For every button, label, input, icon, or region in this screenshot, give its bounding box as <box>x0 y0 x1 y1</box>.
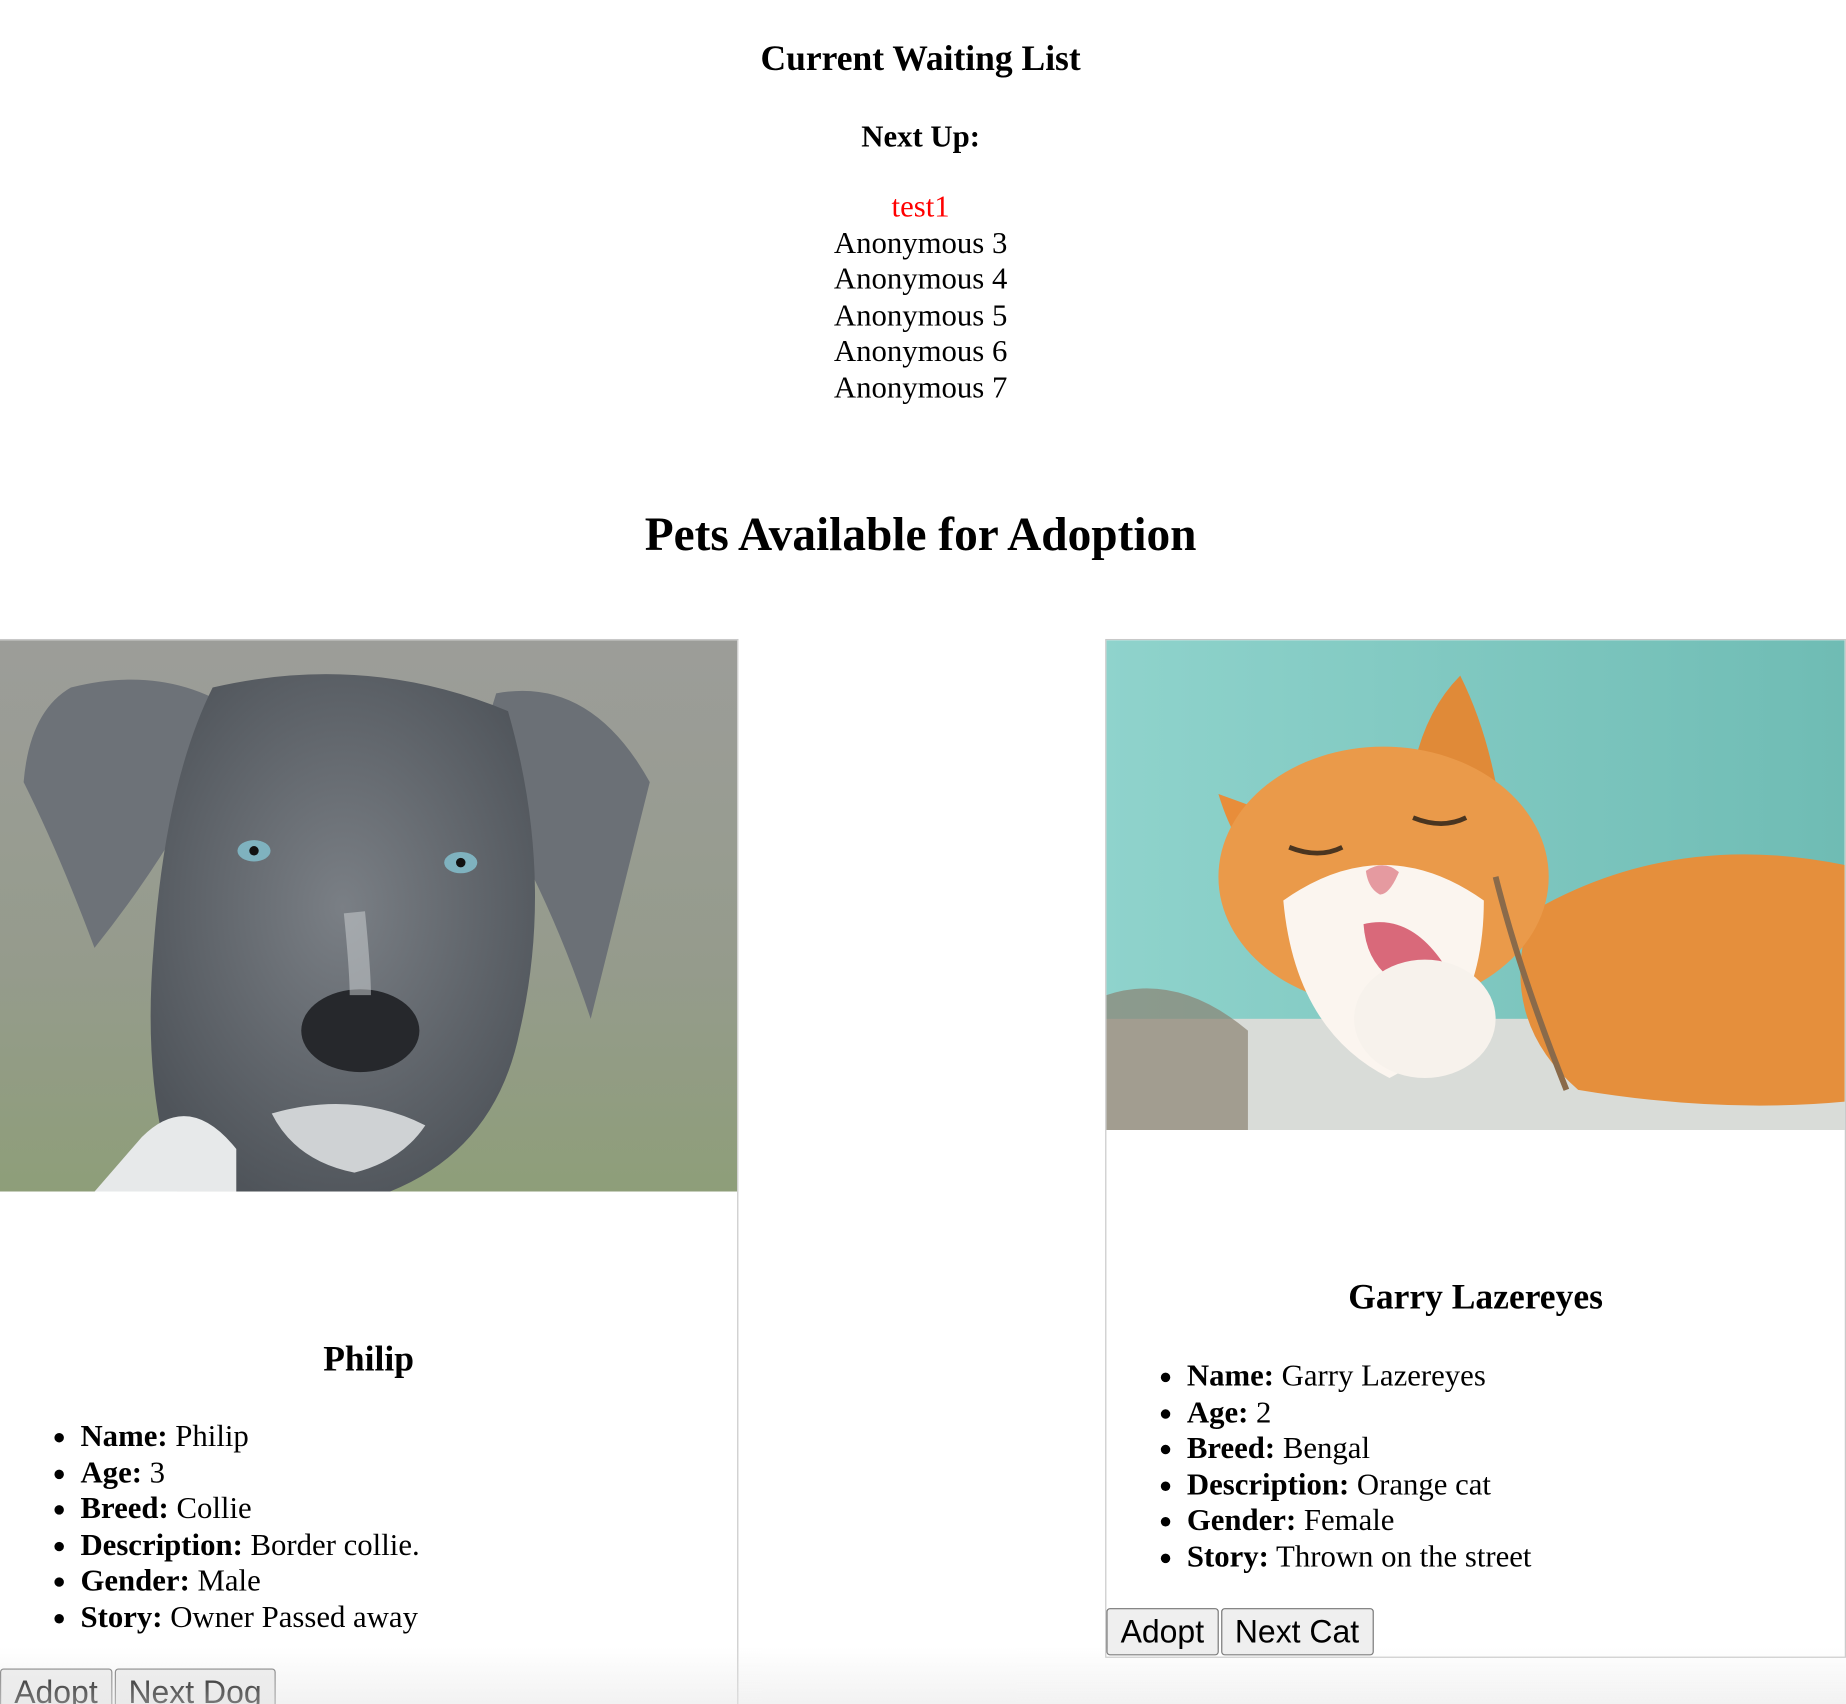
dog-fact-breed: Breed: Collie <box>80 1491 419 1527</box>
pets-title: Pets Available for Adoption <box>644 507 1197 561</box>
dog-card: Philip Name: Philip Age: 3 Breed: Collie… <box>0 638 739 1704</box>
adoption-page: Current Waiting List Next Up: test1 Anon… <box>0 0 1846 1704</box>
dog-fact-age: Age: 3 <box>80 1455 419 1491</box>
dog-buttons: Adopt Next Dog <box>0 1668 276 1704</box>
waiting-queue: test1 Anonymous 3 Anonymous 4 Anonymous … <box>0 189 1841 406</box>
dog-fact-story: Story: Owner Passed away <box>80 1600 419 1636</box>
cat-fact-breed: Breed: Bengal <box>1187 1431 1532 1467</box>
dog-fact-description: Description: Border collie. <box>80 1527 419 1563</box>
dog-fact-name: Name: Philip <box>80 1419 419 1455</box>
queue-item: Anonymous 6 <box>833 334 1008 369</box>
cat-photo-image <box>1106 640 1845 1131</box>
waiting-list-title: Current Waiting List <box>760 39 1081 79</box>
cat-fact-name: Name: Garry Lazereyes <box>1187 1358 1532 1394</box>
dog-photo <box>0 640 738 1192</box>
dog-name-heading: Philip <box>323 1339 414 1379</box>
next-dog-button[interactable]: Next Dog <box>114 1668 276 1704</box>
cat-fact-gender: Gender: Female <box>1187 1503 1532 1539</box>
cat-photo <box>1106 640 1845 1131</box>
queue-item: Anonymous 7 <box>833 370 1008 405</box>
queue-item: Anonymous 4 <box>833 261 1008 297</box>
queue-item: Anonymous 3 <box>833 225 1008 260</box>
cat-fact-age: Age: 2 <box>1187 1395 1532 1431</box>
cat-card: Garry Lazereyes Name: Garry Lazereyes Ag… <box>1105 638 1846 1658</box>
cat-name-heading: Garry Lazereyes <box>1348 1277 1603 1318</box>
cat-facts: Name: Garry Lazereyes Age: 2 Breed: Beng… <box>1106 1358 1532 1575</box>
adopt-cat-button[interactable]: Adopt <box>1106 1608 1219 1656</box>
cat-fact-story: Story: Thrown on the street <box>1187 1539 1532 1575</box>
next-cat-button[interactable]: Next Cat <box>1220 1608 1374 1656</box>
dog-fact-gender: Gender: Male <box>80 1564 419 1600</box>
dog-facts: Name: Philip Age: 3 Breed: Collie Descri… <box>0 1419 419 1636</box>
queue-item-current: test1 <box>891 189 950 224</box>
cat-buttons: Adopt Next Cat <box>1106 1608 1374 1656</box>
next-up-label: Next Up: <box>861 119 980 154</box>
adopt-dog-button[interactable]: Adopt <box>0 1668 112 1704</box>
dog-photo-image <box>0 640 738 1192</box>
queue-item: Anonymous 5 <box>833 297 1008 333</box>
cat-fact-description: Description: Orange cat <box>1187 1467 1532 1503</box>
